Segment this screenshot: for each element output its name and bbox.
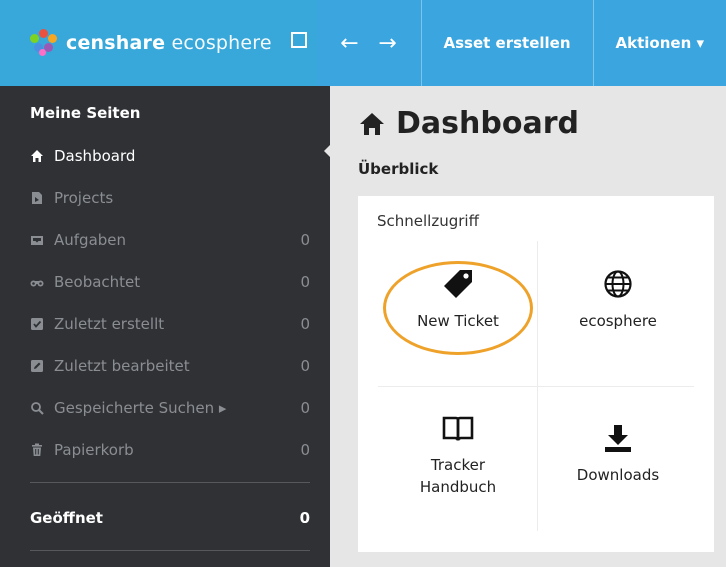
sidebar-item-count: 0 xyxy=(300,357,310,375)
section-subtitle: Überblick xyxy=(358,160,439,178)
tile-new-ticket[interactable]: New Ticket xyxy=(378,266,538,406)
sidebar-item-label: Papierkorb xyxy=(54,441,134,459)
globe-icon xyxy=(600,266,636,302)
sidebar-item-count: 0 xyxy=(300,399,310,417)
sidebar-item-count: 0 xyxy=(300,231,310,249)
sidebar-item-projects[interactable]: Projects xyxy=(30,187,310,209)
sidebar-item-label: Gespeicherte Suchen ▸ xyxy=(54,399,227,417)
actions-menu-button[interactable]: Aktionen ▾ xyxy=(594,0,726,86)
binoculars-icon xyxy=(30,275,44,289)
tile-label: New Ticket xyxy=(417,312,499,330)
main-content: Dashboard Überblick Schnellzugriff New T… xyxy=(330,86,726,567)
quick-access-card: Schnellzugriff New Ticket ecosphere Trac… xyxy=(358,196,714,552)
create-asset-button[interactable]: Asset erstellen xyxy=(422,0,593,86)
sidebar-item-beobachtet[interactable]: Beobachtet 0 xyxy=(30,271,310,293)
sidebar-item-label: Zuletzt erstellt xyxy=(54,315,165,333)
sidebar-item-label: Aufgaben xyxy=(54,231,127,249)
tile-label: Tracker Handbuch xyxy=(419,456,497,496)
project-icon xyxy=(30,191,44,205)
forward-arrow-button[interactable]: → xyxy=(369,31,407,56)
home-icon xyxy=(30,149,44,163)
tile-label: ecosphere xyxy=(579,312,657,330)
censhare-logo-icon[interactable] xyxy=(30,29,58,57)
tile-label: Downloads xyxy=(576,466,660,484)
back-arrow-button[interactable]: ← xyxy=(331,31,369,56)
sidebar-item-label: Projects xyxy=(54,189,114,207)
sidebar-item-dashboard[interactable]: Dashboard xyxy=(30,145,310,167)
trash-icon xyxy=(30,443,44,457)
brand-area: censhare ecosphere xyxy=(0,0,317,86)
page-title: Dashboard xyxy=(358,106,579,141)
sidebar-item-label: Zuletzt bearbeitet xyxy=(54,357,190,375)
created-icon xyxy=(30,317,44,331)
tag-icon xyxy=(440,266,476,302)
search-icon xyxy=(30,401,44,415)
sidebar-section-open[interactable]: Geöffnet 0 xyxy=(30,507,310,529)
tile-tracker-handbuch[interactable]: Tracker Handbuch xyxy=(378,410,538,550)
sidebar-divider xyxy=(30,482,310,483)
page-title-text: Dashboard xyxy=(396,106,579,141)
edit-icon xyxy=(30,359,44,373)
sidebar-item-zuletzt-erstellt[interactable]: Zuletzt erstellt 0 xyxy=(30,313,310,335)
download-icon xyxy=(600,420,636,456)
top-bar: censhare ecosphere ← → Asset erstellen A… xyxy=(0,0,726,86)
sidebar: Meine Seiten Dashboard Projects Aufgaben… xyxy=(0,86,330,567)
sidebar-item-count: 0 xyxy=(300,441,310,459)
sidebar-section-open-count: 0 xyxy=(299,509,310,527)
sidebar-divider xyxy=(30,550,310,551)
tile-ecosphere[interactable]: ecosphere xyxy=(538,266,698,406)
tile-downloads[interactable]: Downloads xyxy=(538,420,698,560)
sidebar-item-label: Beobachtet xyxy=(54,273,141,291)
sidebar-item-count: 0 xyxy=(300,273,310,291)
sidebar-item-aufgaben[interactable]: Aufgaben 0 xyxy=(30,229,310,251)
home-icon xyxy=(358,110,386,138)
card-title: Schnellzugriff xyxy=(377,212,479,230)
inbox-icon xyxy=(30,233,44,247)
sidebar-item-gespeicherte-suchen[interactable]: Gespeicherte Suchen ▸ 0 xyxy=(30,397,310,419)
toolbar: ← → Asset erstellen Aktionen ▾ xyxy=(316,0,726,86)
sidebar-toggle-icon[interactable] xyxy=(291,32,307,48)
sidebar-item-count: 0 xyxy=(300,315,310,333)
sidebar-section-open-label: Geöffnet xyxy=(30,509,103,527)
sidebar-section-mine: Meine Seiten xyxy=(30,104,141,122)
brand-name-bold: censhare xyxy=(66,32,166,54)
book-icon xyxy=(440,410,476,446)
sidebar-item-zuletzt-bearbeitet[interactable]: Zuletzt bearbeitet 0 xyxy=(30,355,310,377)
sidebar-item-papierkorb[interactable]: Papierkorb 0 xyxy=(30,439,310,461)
sidebar-item-label: Dashboard xyxy=(54,147,136,165)
brand-name-light: ecosphere xyxy=(171,32,272,54)
brand-name: censhare ecosphere xyxy=(66,32,272,54)
